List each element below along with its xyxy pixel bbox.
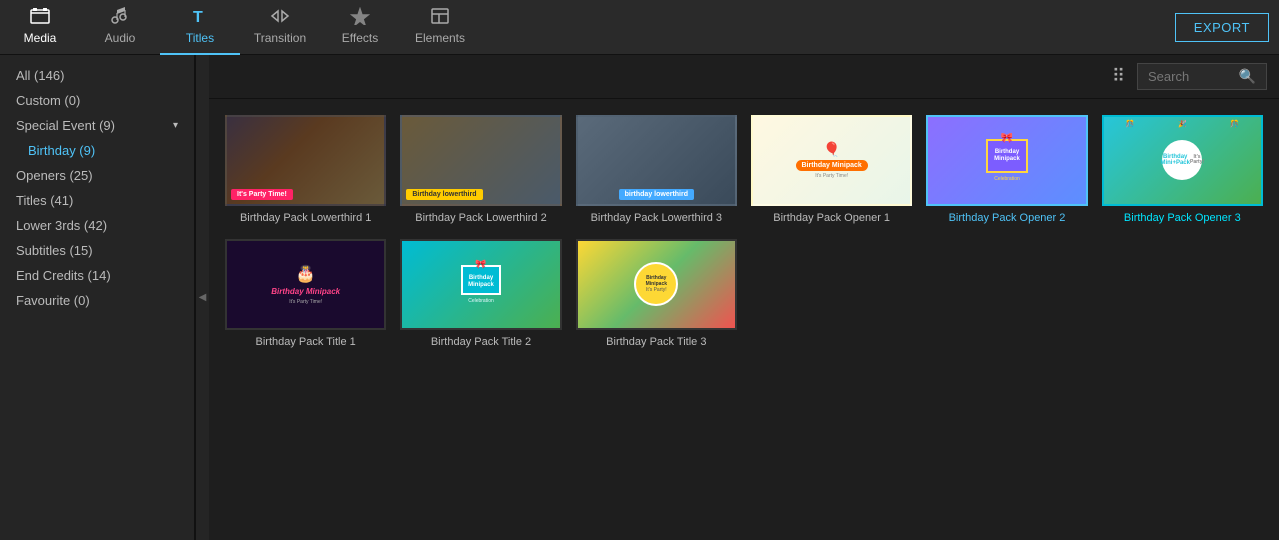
thumbnail-op2[interactable]: 🎀 BirthdayMinipack Celebration (926, 115, 1087, 206)
content-area: ⠿ 🔍 It's Party Time! Birthday Pack Lower… (209, 55, 1279, 540)
list-item[interactable]: 🎊🎉🎊 BirthdayMini+PackIt's Party! Birthda… (1102, 115, 1263, 225)
special-event-label: Special Event (9) (16, 118, 115, 133)
svg-text:T: T (193, 9, 203, 25)
toolbar-item-media[interactable]: Media (0, 0, 80, 55)
thumbnail-t2[interactable]: 🎀 BirthdayMinipack Celebration (400, 239, 561, 330)
toolbar-item-audio[interactable]: Audio (80, 0, 160, 55)
media-icon (30, 7, 50, 28)
sidebar-item-openers[interactable]: Openers (25) (0, 163, 194, 188)
search-icon[interactable]: 🔍 (1239, 68, 1256, 85)
audio-label: Audio (105, 31, 136, 45)
titles-label: Titles (186, 31, 214, 45)
item-label-op1: Birthday Pack Opener 1 (751, 211, 912, 225)
sidebar: All (146) Custom (0) Special Event (9) ▾… (0, 55, 195, 540)
item-label-t3: Birthday Pack Title 3 (576, 335, 737, 349)
item-label-t2: Birthday Pack Title 2 (400, 335, 561, 349)
sidebar-item-titles[interactable]: Titles (41) (0, 188, 194, 213)
sidebar-item-custom[interactable]: Custom (0) (0, 88, 194, 113)
sidebar-item-special-event[interactable]: Special Event (9) ▾ (0, 113, 194, 138)
list-item[interactable]: BirthdayMinipackIt's Party! Birthday Pac… (576, 239, 737, 349)
sidebar-item-favourite[interactable]: Favourite (0) (0, 288, 194, 313)
titles-icon: T (191, 7, 209, 28)
media-label: Media (24, 31, 57, 45)
list-item[interactable]: It's Party Time! Birthday Pack Lowerthir… (225, 115, 386, 225)
main-toolbar: Media Audio T Titles (0, 0, 1279, 55)
transition-label: Transition (254, 31, 306, 45)
toolbar-item-transition[interactable]: Transition (240, 0, 320, 55)
list-item[interactable]: 🎈 Birthday Minipack It's Party Time! Bir… (751, 115, 912, 225)
thumbnail-lt3[interactable]: birthday lowerthird (576, 115, 737, 206)
thumbnail-lt2[interactable]: Birthday lowerthird (400, 115, 561, 206)
export-button[interactable]: EXPORT (1175, 13, 1269, 42)
elements-icon (430, 7, 450, 28)
sidebar-item-subtitles[interactable]: Subtitles (15) (0, 238, 194, 263)
items-grid: It's Party Time! Birthday Pack Lowerthir… (225, 115, 1263, 349)
transition-icon (270, 7, 290, 28)
list-item[interactable]: 🎂 Birthday Minipack It's Party Time! Bir… (225, 239, 386, 349)
toolbar-item-elements[interactable]: Elements (400, 0, 480, 55)
search-box: 🔍 (1137, 63, 1267, 90)
thumbnail-t1[interactable]: 🎂 Birthday Minipack It's Party Time! (225, 239, 386, 330)
effects-label: Effects (342, 31, 378, 45)
list-item[interactable]: 🎀 BirthdayMinipack Celebration Birthday … (400, 239, 561, 349)
grid-area: It's Party Time! Birthday Pack Lowerthir… (209, 99, 1279, 540)
list-item[interactable]: Birthday lowerthird Birthday Pack Lowert… (400, 115, 561, 225)
item-label-lt1: Birthday Pack Lowerthird 1 (225, 211, 386, 225)
sidebar-item-endcredits[interactable]: End Credits (14) (0, 263, 194, 288)
content-toolbar: ⠿ 🔍 (209, 55, 1279, 99)
thumbnail-op3[interactable]: 🎊🎉🎊 BirthdayMini+PackIt's Party! (1102, 115, 1263, 206)
thumbnail-op1[interactable]: 🎈 Birthday Minipack It's Party Time! (751, 115, 912, 206)
sidebar-item-all[interactable]: All (146) (0, 63, 194, 88)
search-input[interactable] (1148, 69, 1233, 84)
thumbnail-lt1[interactable]: It's Party Time! (225, 115, 386, 206)
effects-icon (350, 7, 370, 28)
list-item[interactable]: birthday lowerthird Birthday Pack Lowert… (576, 115, 737, 225)
sidebar-item-birthday[interactable]: Birthday (9) (0, 138, 194, 163)
item-label-op2: Birthday Pack Opener 2 (926, 211, 1087, 225)
item-label-op3: Birthday Pack Opener 3 (1102, 211, 1263, 225)
item-label-lt2: Birthday Pack Lowerthird 2 (400, 211, 561, 225)
sidebar-collapse-toggle[interactable]: ◀ (195, 55, 209, 540)
toolbar-item-titles[interactable]: T Titles (160, 0, 240, 55)
thumbnail-t3[interactable]: BirthdayMinipackIt's Party! (576, 239, 737, 330)
item-label-lt3: Birthday Pack Lowerthird 3 (576, 211, 737, 225)
sidebar-item-lower3rds[interactable]: Lower 3rds (42) (0, 213, 194, 238)
chevron-down-icon: ▾ (173, 120, 178, 131)
audio-icon (111, 7, 129, 28)
elements-label: Elements (415, 31, 465, 45)
grid-view-button[interactable]: ⠿ (1108, 62, 1129, 91)
list-item[interactable]: 🎀 BirthdayMinipack Celebration Birthday … (926, 115, 1087, 225)
toolbar-item-effects[interactable]: Effects (320, 0, 400, 55)
main-area: All (146) Custom (0) Special Event (9) ▾… (0, 55, 1279, 540)
item-label-t1: Birthday Pack Title 1 (225, 335, 386, 349)
